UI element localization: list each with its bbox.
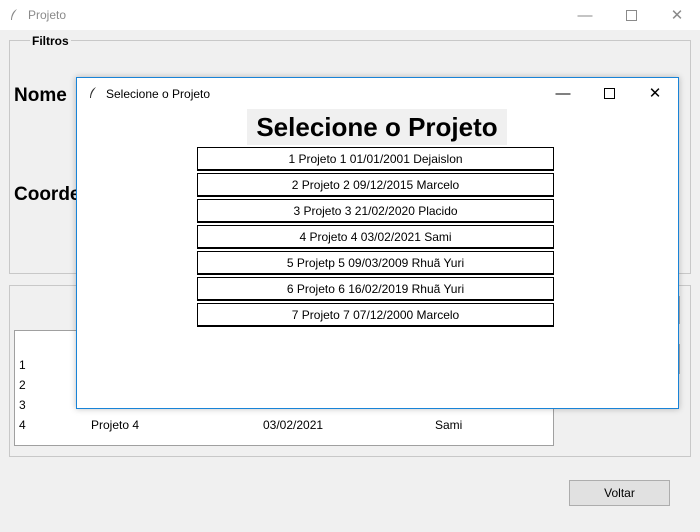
minimize-icon[interactable]: — bbox=[540, 78, 586, 108]
list-item-name: Projeto 4 bbox=[91, 418, 140, 432]
project-button-1[interactable]: 1 Projeto 1 01/01/2001 Dejaislon bbox=[197, 147, 554, 171]
close-icon[interactable]: ✕ bbox=[632, 78, 678, 108]
main-titlebar: Projeto — ✕ bbox=[0, 0, 700, 30]
coordinator-label: Coorde bbox=[14, 184, 81, 205]
list-item-id: 2 bbox=[19, 378, 26, 392]
feather-icon bbox=[11, 9, 17, 20]
window-title: Projeto bbox=[28, 8, 67, 22]
project-button-2[interactable]: 2 Projeto 2 09/12/2015 Marcelo bbox=[197, 173, 554, 197]
list-item-id: 4 bbox=[19, 418, 26, 432]
list-item-date: 03/02/2021 bbox=[263, 418, 324, 432]
project-button-4[interactable]: 4 Projeto 4 03/02/2021 Sami bbox=[197, 225, 554, 249]
close-icon[interactable]: ✕ bbox=[654, 0, 700, 30]
maximize-icon[interactable] bbox=[608, 0, 654, 30]
filters-label: Filtros bbox=[30, 34, 71, 48]
feather-icon bbox=[90, 87, 96, 98]
list-item-person: Sami bbox=[435, 418, 463, 432]
name-label: Nome bbox=[14, 85, 67, 106]
list-item[interactable]: 4 Projeto 4 03/02/2021 Sami bbox=[15, 415, 553, 435]
list-item-id: 1 bbox=[19, 358, 26, 372]
list-item-id: 3 bbox=[19, 398, 26, 412]
project-button-5[interactable]: 5 Projetp 5 09/03/2009 Rhuã Yuri bbox=[197, 251, 554, 275]
dialog-titlebar: Selecione o Projeto — ✕ bbox=[77, 78, 678, 108]
project-button-7[interactable]: 7 Projeto 7 07/12/2000 Marcelo bbox=[197, 303, 554, 327]
project-button-6[interactable]: 6 Projeto 6 16/02/2019 Rhuã Yuri bbox=[197, 277, 554, 301]
minimize-icon[interactable]: — bbox=[562, 0, 608, 30]
dialog-heading: Selecione o Projeto bbox=[247, 109, 507, 145]
select-project-dialog: Selecione o Projeto — ✕ Selecione o Proj… bbox=[76, 77, 679, 409]
dialog-title: Selecione o Projeto bbox=[106, 87, 211, 101]
project-button-3[interactable]: 3 Projeto 3 21/02/2020 Placido bbox=[197, 199, 554, 223]
maximize-icon[interactable] bbox=[586, 78, 632, 108]
back-button[interactable]: Voltar bbox=[569, 480, 670, 506]
